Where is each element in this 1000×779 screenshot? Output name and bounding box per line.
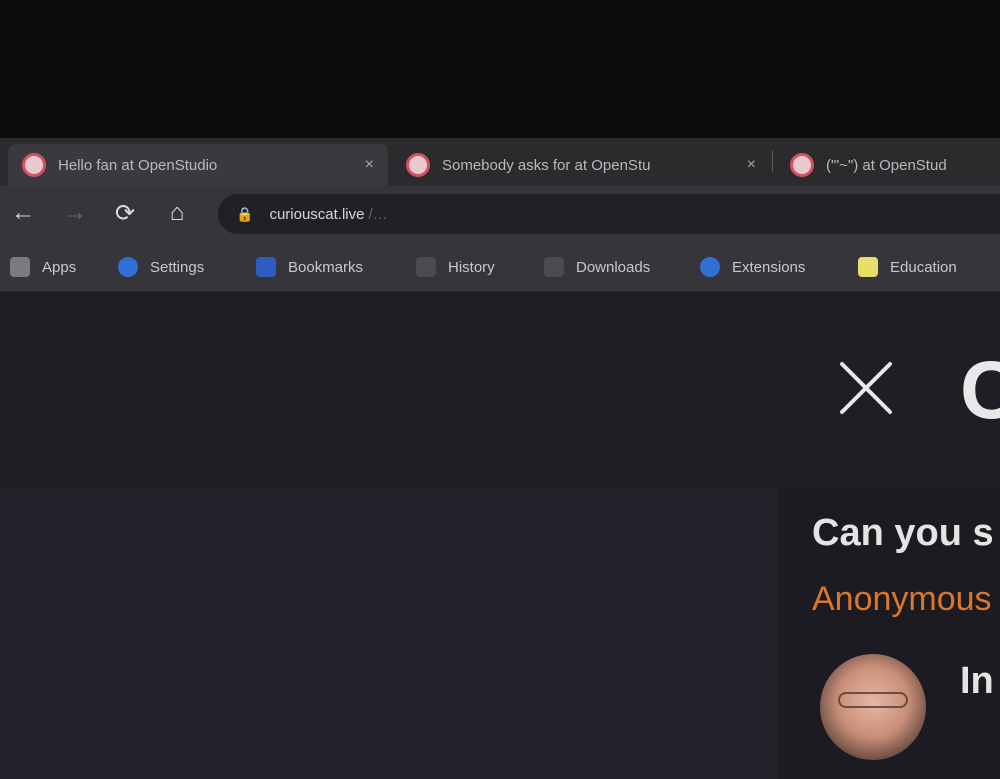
bookmark-bookmarks[interactable]: Bookmarks — [256, 254, 363, 280]
bookmarks-bar: Apps Settings Bookmarks History Download… — [0, 242, 1000, 292]
modal-title: C — [960, 345, 1000, 436]
tab-separator — [772, 150, 773, 172]
back-arrow-icon[interactable]: ← — [6, 196, 40, 230]
answerer-name[interactable]: In — [960, 660, 994, 703]
folder-icon — [858, 257, 878, 277]
asker-name[interactable]: Anonymous — [812, 580, 992, 619]
bookmark-downloads[interactable]: Downloads — [544, 254, 650, 280]
bookmark-settings[interactable]: Settings — [118, 254, 204, 280]
browser-tab[interactable]: ("'~") at OpenStud — [776, 144, 1000, 186]
bookmark-extensions[interactable]: Extensions — [700, 254, 805, 280]
forward-arrow-icon[interactable]: → — [58, 196, 92, 230]
site-favicon-icon — [22, 153, 46, 177]
tab-strip: Hello fan at OpenStudio × Somebody asks … — [0, 138, 1000, 186]
bookmark-label: Downloads — [576, 258, 651, 276]
bookmark-label: Extensions — [732, 258, 806, 276]
tab-close-icon[interactable]: × — [747, 156, 756, 174]
url-text: curiouscat.live — [269, 205, 365, 223]
apps-grid-icon — [10, 257, 30, 277]
bookmark-label: Bookmarks — [288, 258, 364, 276]
home-icon[interactable]: ⌂ — [160, 196, 194, 230]
downloads-icon — [544, 257, 564, 277]
site-favicon-icon — [406, 153, 430, 177]
tab-title: ("'~") at OpenStud — [826, 156, 947, 174]
tab-title: Somebody asks for at OpenStu — [442, 156, 651, 174]
url-path-text: /… — [368, 205, 388, 223]
site-favicon-icon — [790, 153, 814, 177]
extensions-icon — [700, 257, 720, 277]
settings-icon — [118, 257, 138, 277]
page-content: C Can you s Anonymous In — [0, 292, 1000, 779]
lock-icon: 🔒 — [236, 205, 254, 222]
browser-tab[interactable]: Somebody asks for at OpenStu × — [392, 144, 770, 186]
history-icon — [416, 257, 436, 277]
bookmark-history[interactable]: History — [416, 254, 495, 280]
browser-tab[interactable]: Hello fan at OpenStudio × — [8, 144, 388, 186]
background-panel — [0, 488, 778, 779]
browser-toolbar: ← → ⟳ ⌂ 🔒 curiouscat.live /… — [0, 186, 1000, 242]
bookmark-label: History — [448, 258, 495, 276]
screen-letterbox — [0, 0, 1000, 138]
bookmarks-icon — [256, 257, 276, 277]
tab-close-icon[interactable]: × — [365, 156, 374, 174]
bookmark-label: Education — [890, 258, 957, 276]
bookmark-education[interactable]: Education — [858, 254, 957, 280]
question-text: Can you s — [812, 512, 994, 554]
bookmark-label: Apps — [42, 258, 77, 276]
address-bar[interactable]: 🔒 curiouscat.live /… — [218, 194, 1000, 234]
reload-icon[interactable]: ⟳ — [108, 196, 142, 230]
tab-title: Hello fan at OpenStudio — [58, 156, 218, 174]
avatar-glasses — [838, 692, 908, 708]
bookmark-label: Settings — [150, 258, 205, 276]
close-icon[interactable] — [836, 358, 896, 418]
bookmark-apps[interactable]: Apps — [10, 254, 76, 280]
